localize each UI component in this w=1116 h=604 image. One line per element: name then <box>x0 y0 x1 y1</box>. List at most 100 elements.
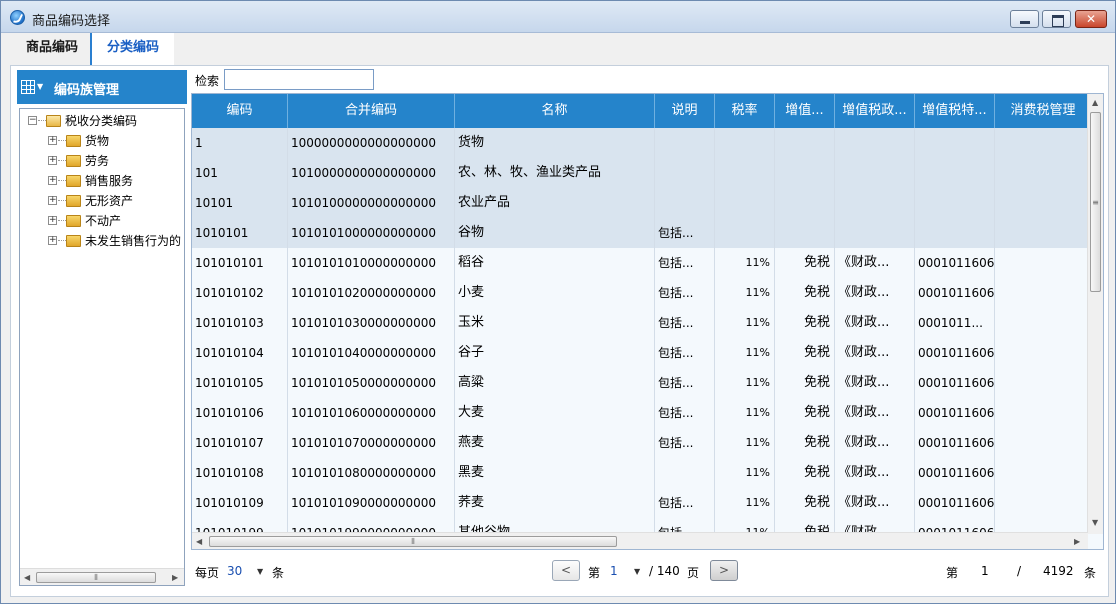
cell-consumption-tax <box>995 368 1088 398</box>
tree-item-no-sales[interactable]: + 未发生销售行为的 <box>48 231 184 251</box>
table-row[interactable]: 101010106 1010101060000000000 大麦 包括... 11% 免税… <box>192 398 1088 428</box>
cell-vat-policy: 《财政... <box>835 398 915 428</box>
cell-vat-special: 0001011... <box>915 308 995 338</box>
cell-merged-code: 1010101050000000000 <box>288 368 455 398</box>
cell-vat: 免税 <box>775 398 835 428</box>
current-record: 1 <box>981 564 989 578</box>
cell-description: 包括... <box>655 308 715 338</box>
column-header-vat-special[interactable]: 增值税特... <box>915 94 995 128</box>
dropdown-arrow-icon[interactable]: ▼ <box>634 567 640 576</box>
column-header-description[interactable]: 说明 <box>655 94 715 128</box>
cell-consumption-tax <box>995 398 1088 428</box>
cell-vat-special: 0001011606 <box>915 428 995 458</box>
grid-menu-icon[interactable] <box>21 80 35 94</box>
table-row[interactable]: 101010108 1010101080000000000 黑麦 11% 免税 《财政..… <box>192 458 1088 488</box>
tree-item-intangible-assets[interactable]: + 无形资产 <box>48 191 184 211</box>
cell-merged-code: 1010101060000000000 <box>288 398 455 428</box>
cell-code: 101010106 <box>192 398 288 428</box>
column-header-vat-policy[interactable]: 增值税政... <box>835 94 915 128</box>
cell-vat <box>775 158 835 188</box>
column-header-tax-rate[interactable]: 税率 <box>715 94 775 128</box>
per-page-select[interactable]: 30 <box>227 564 242 578</box>
cell-consumption-tax <box>995 158 1088 188</box>
table-row[interactable]: 1 1000000000000000000 货物 <box>192 128 1088 158</box>
scroll-thumb[interactable]: ⦀ <box>209 536 617 547</box>
tree-item-label: 税收分类编码 <box>65 114 138 128</box>
current-page-select[interactable]: 1 <box>610 564 618 578</box>
tree-item-root[interactable]: − 税收分类编码 <box>24 111 184 131</box>
scroll-down-icon[interactable]: ▼ <box>1092 518 1098 527</box>
table-row[interactable]: 101010102 1010101020000000000 小麦 包括... 11% 免税… <box>192 278 1088 308</box>
scroll-left-icon[interactable]: ◀ <box>196 537 202 546</box>
title-bar[interactable]: 商品编码选择 <box>1 1 1115 33</box>
table-row[interactable]: 101 1010000000000000000 农、林、牧、渔业类产品 <box>192 158 1088 188</box>
scroll-thumb[interactable]: ⦀ <box>36 572 156 583</box>
maximize-button[interactable] <box>1042 10 1071 28</box>
search-input[interactable] <box>224 69 374 90</box>
cell-vat-special: 0001011606 <box>915 338 995 368</box>
code-family-header[interactable]: ▼ 编码族管理 <box>17 70 187 104</box>
cell-merged-code: 1010101010000000000 <box>288 248 455 278</box>
cell-code: 101010102 <box>192 278 288 308</box>
tab-product-code[interactable]: 商品编码 <box>15 33 89 65</box>
scroll-right-icon[interactable]: ▶ <box>1074 537 1080 546</box>
cell-tax-rate <box>715 188 775 218</box>
expand-icon[interactable]: + <box>48 196 57 205</box>
caret-down-icon[interactable]: ▼ <box>37 82 43 91</box>
cell-vat-special: 0001011606 <box>915 278 995 308</box>
table-horizontal-scrollbar[interactable]: ◀ ⦀ ▶ <box>192 532 1088 549</box>
scroll-left-icon[interactable]: ◀ <box>24 573 30 582</box>
column-header-consumption-tax[interactable]: 消费税管理 <box>995 94 1092 128</box>
dropdown-arrow-icon[interactable]: ▼ <box>257 567 263 576</box>
table-row[interactable]: 101010109 1010101090000000000 荞麦 包括... 11% 免税… <box>192 488 1088 518</box>
tree-item-label: 不动产 <box>85 214 122 228</box>
next-page-button[interactable]: > <box>710 560 738 581</box>
close-button[interactable] <box>1075 10 1107 28</box>
tree-item-labor[interactable]: + 劳务 <box>48 151 184 171</box>
table-row[interactable]: 101010103 1010101030000000000 玉米 包括... 11% 免税… <box>192 308 1088 338</box>
tree-line <box>58 200 66 201</box>
table-body: 1 1000000000000000000 货物 101 101000000000000… <box>192 128 1088 534</box>
cell-vat-special <box>915 188 995 218</box>
scroll-thumb[interactable]: ≡ <box>1090 112 1101 292</box>
cell-code: 101010107 <box>192 428 288 458</box>
tree-item-goods[interactable]: + 货物 <box>48 131 184 151</box>
table-row[interactable]: 101010104 1010101040000000000 谷子 包括... 11% 免税… <box>192 338 1088 368</box>
table-vertical-scrollbar[interactable]: ▲ ≡ ▼ <box>1087 94 1103 534</box>
cell-vat: 免税 <box>775 428 835 458</box>
table-row[interactable]: 1010101 1010101000000000000 谷物 包括... <box>192 218 1088 248</box>
table-row[interactable]: 101010105 1010101050000000000 高粱 包括... 11% 免税… <box>192 368 1088 398</box>
tree-item-sales-service[interactable]: + 销售服务 <box>48 171 184 191</box>
cell-name: 小麦 <box>455 278 655 308</box>
tree-item-label: 货物 <box>85 134 110 148</box>
tree-horizontal-scrollbar[interactable]: ◀ ⦀ ▶ <box>20 568 184 585</box>
collapse-icon[interactable]: − <box>28 116 37 125</box>
expand-icon[interactable]: + <box>48 216 57 225</box>
column-header-merged-code[interactable]: 合并编码 <box>288 94 455 128</box>
scroll-right-icon[interactable]: ▶ <box>172 573 178 582</box>
column-header-code[interactable]: 编码 <box>192 94 288 128</box>
cell-merged-code: 1010000000000000000 <box>288 158 455 188</box>
cell-code: 101 <box>192 158 288 188</box>
prev-page-button[interactable]: < <box>552 560 580 581</box>
cell-consumption-tax <box>995 428 1088 458</box>
tree-item-real-estate[interactable]: + 不动产 <box>48 211 184 231</box>
column-header-name[interactable]: 名称 <box>455 94 655 128</box>
cell-description: 包括... <box>655 488 715 518</box>
cell-code: 1 <box>192 128 288 158</box>
table-row[interactable]: 101010107 1010101070000000000 燕麦 包括... 11% 免税… <box>192 428 1088 458</box>
column-header-vat[interactable]: 增值... <box>775 94 835 128</box>
table-row[interactable]: 10101 1010100000000000000 农业产品 <box>192 188 1088 218</box>
expand-icon[interactable]: + <box>48 136 57 145</box>
expand-icon[interactable]: + <box>48 156 57 165</box>
table-row[interactable]: 101010101 1010101010000000000 稻谷 包括... 11% 免税… <box>192 248 1088 278</box>
cell-vat: 免税 <box>775 458 835 488</box>
cell-vat-policy <box>835 188 915 218</box>
minimize-button[interactable] <box>1010 10 1039 28</box>
cell-consumption-tax <box>995 188 1088 218</box>
tab-category-code[interactable]: 分类编码 <box>90 33 174 65</box>
expand-icon[interactable]: + <box>48 236 57 245</box>
per-page-label: 每页 <box>195 566 220 580</box>
expand-icon[interactable]: + <box>48 176 57 185</box>
scroll-up-icon[interactable]: ▲ <box>1092 98 1098 107</box>
